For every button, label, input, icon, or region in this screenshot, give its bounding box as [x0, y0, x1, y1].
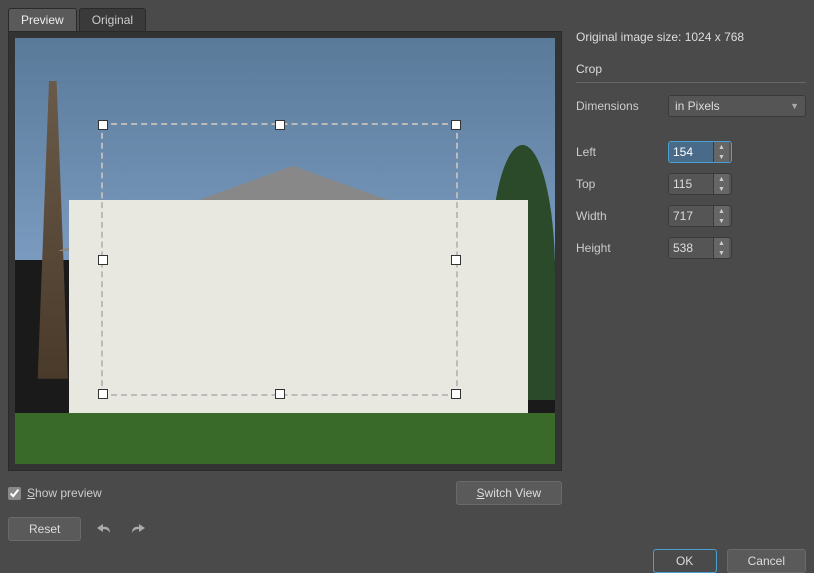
ok-button[interactable]: OK	[653, 549, 717, 573]
undo-button[interactable]	[93, 518, 115, 541]
top-spin-down[interactable]: ▼	[713, 184, 729, 194]
width-spin-down[interactable]: ▼	[713, 216, 729, 226]
cancel-button[interactable]: Cancel	[727, 549, 806, 573]
show-preview-label: Show preview	[27, 486, 102, 500]
crop-handle-w[interactable]	[98, 255, 108, 265]
crop-handle-sw[interactable]	[98, 389, 108, 399]
left-input[interactable]	[669, 142, 713, 162]
top-input[interactable]	[669, 174, 713, 194]
crop-handle-n[interactable]	[275, 120, 285, 130]
height-spin-up[interactable]: ▲	[713, 238, 729, 248]
crop-handle-s[interactable]	[275, 389, 285, 399]
top-spin-up[interactable]: ▲	[713, 174, 729, 184]
width-spin-up[interactable]: ▲	[713, 206, 729, 216]
top-label: Top	[576, 177, 658, 191]
left-spin-down[interactable]: ▼	[713, 152, 729, 162]
width-spinner[interactable]: ▲ ▼	[668, 205, 732, 227]
height-spinner[interactable]: ▲ ▼	[668, 237, 732, 259]
crop-handle-ne[interactable]	[451, 120, 461, 130]
show-preview-input[interactable]	[8, 487, 21, 500]
crop-section-title: Crop	[576, 62, 806, 76]
image-placeholder	[15, 38, 555, 464]
width-input[interactable]	[669, 206, 713, 226]
tab-original[interactable]: Original	[79, 8, 146, 31]
height-input[interactable]	[669, 238, 713, 258]
height-label: Height	[576, 241, 658, 255]
left-spinner[interactable]: ▲ ▼	[668, 141, 732, 163]
dimensions-value: in Pixels	[675, 99, 720, 113]
switch-view-button[interactable]: Switch View	[456, 481, 562, 505]
crop-handle-se[interactable]	[451, 389, 461, 399]
original-size-label: Original image size: 1024 x 768	[576, 30, 806, 44]
redo-arrow-icon	[131, 522, 145, 534]
reset-button[interactable]: Reset	[8, 517, 81, 541]
crop-handle-nw[interactable]	[98, 120, 108, 130]
undo-arrow-icon	[97, 522, 111, 534]
height-spin-down[interactable]: ▼	[713, 248, 729, 258]
preview-image[interactable]	[15, 38, 555, 464]
preview-frame	[8, 31, 562, 471]
divider	[576, 82, 806, 83]
left-spin-up[interactable]: ▲	[713, 142, 729, 152]
crop-handle-e[interactable]	[451, 255, 461, 265]
redo-button[interactable]	[127, 518, 149, 541]
left-label: Left	[576, 145, 658, 159]
tab-preview[interactable]: Preview	[8, 8, 77, 31]
top-spinner[interactable]: ▲ ▼	[668, 173, 732, 195]
dimensions-dropdown[interactable]: in Pixels ▼	[668, 95, 806, 117]
show-preview-checkbox[interactable]: Show preview	[8, 486, 102, 500]
chevron-down-icon: ▼	[790, 101, 799, 111]
width-label: Width	[576, 209, 658, 223]
dimensions-label: Dimensions	[576, 99, 658, 113]
